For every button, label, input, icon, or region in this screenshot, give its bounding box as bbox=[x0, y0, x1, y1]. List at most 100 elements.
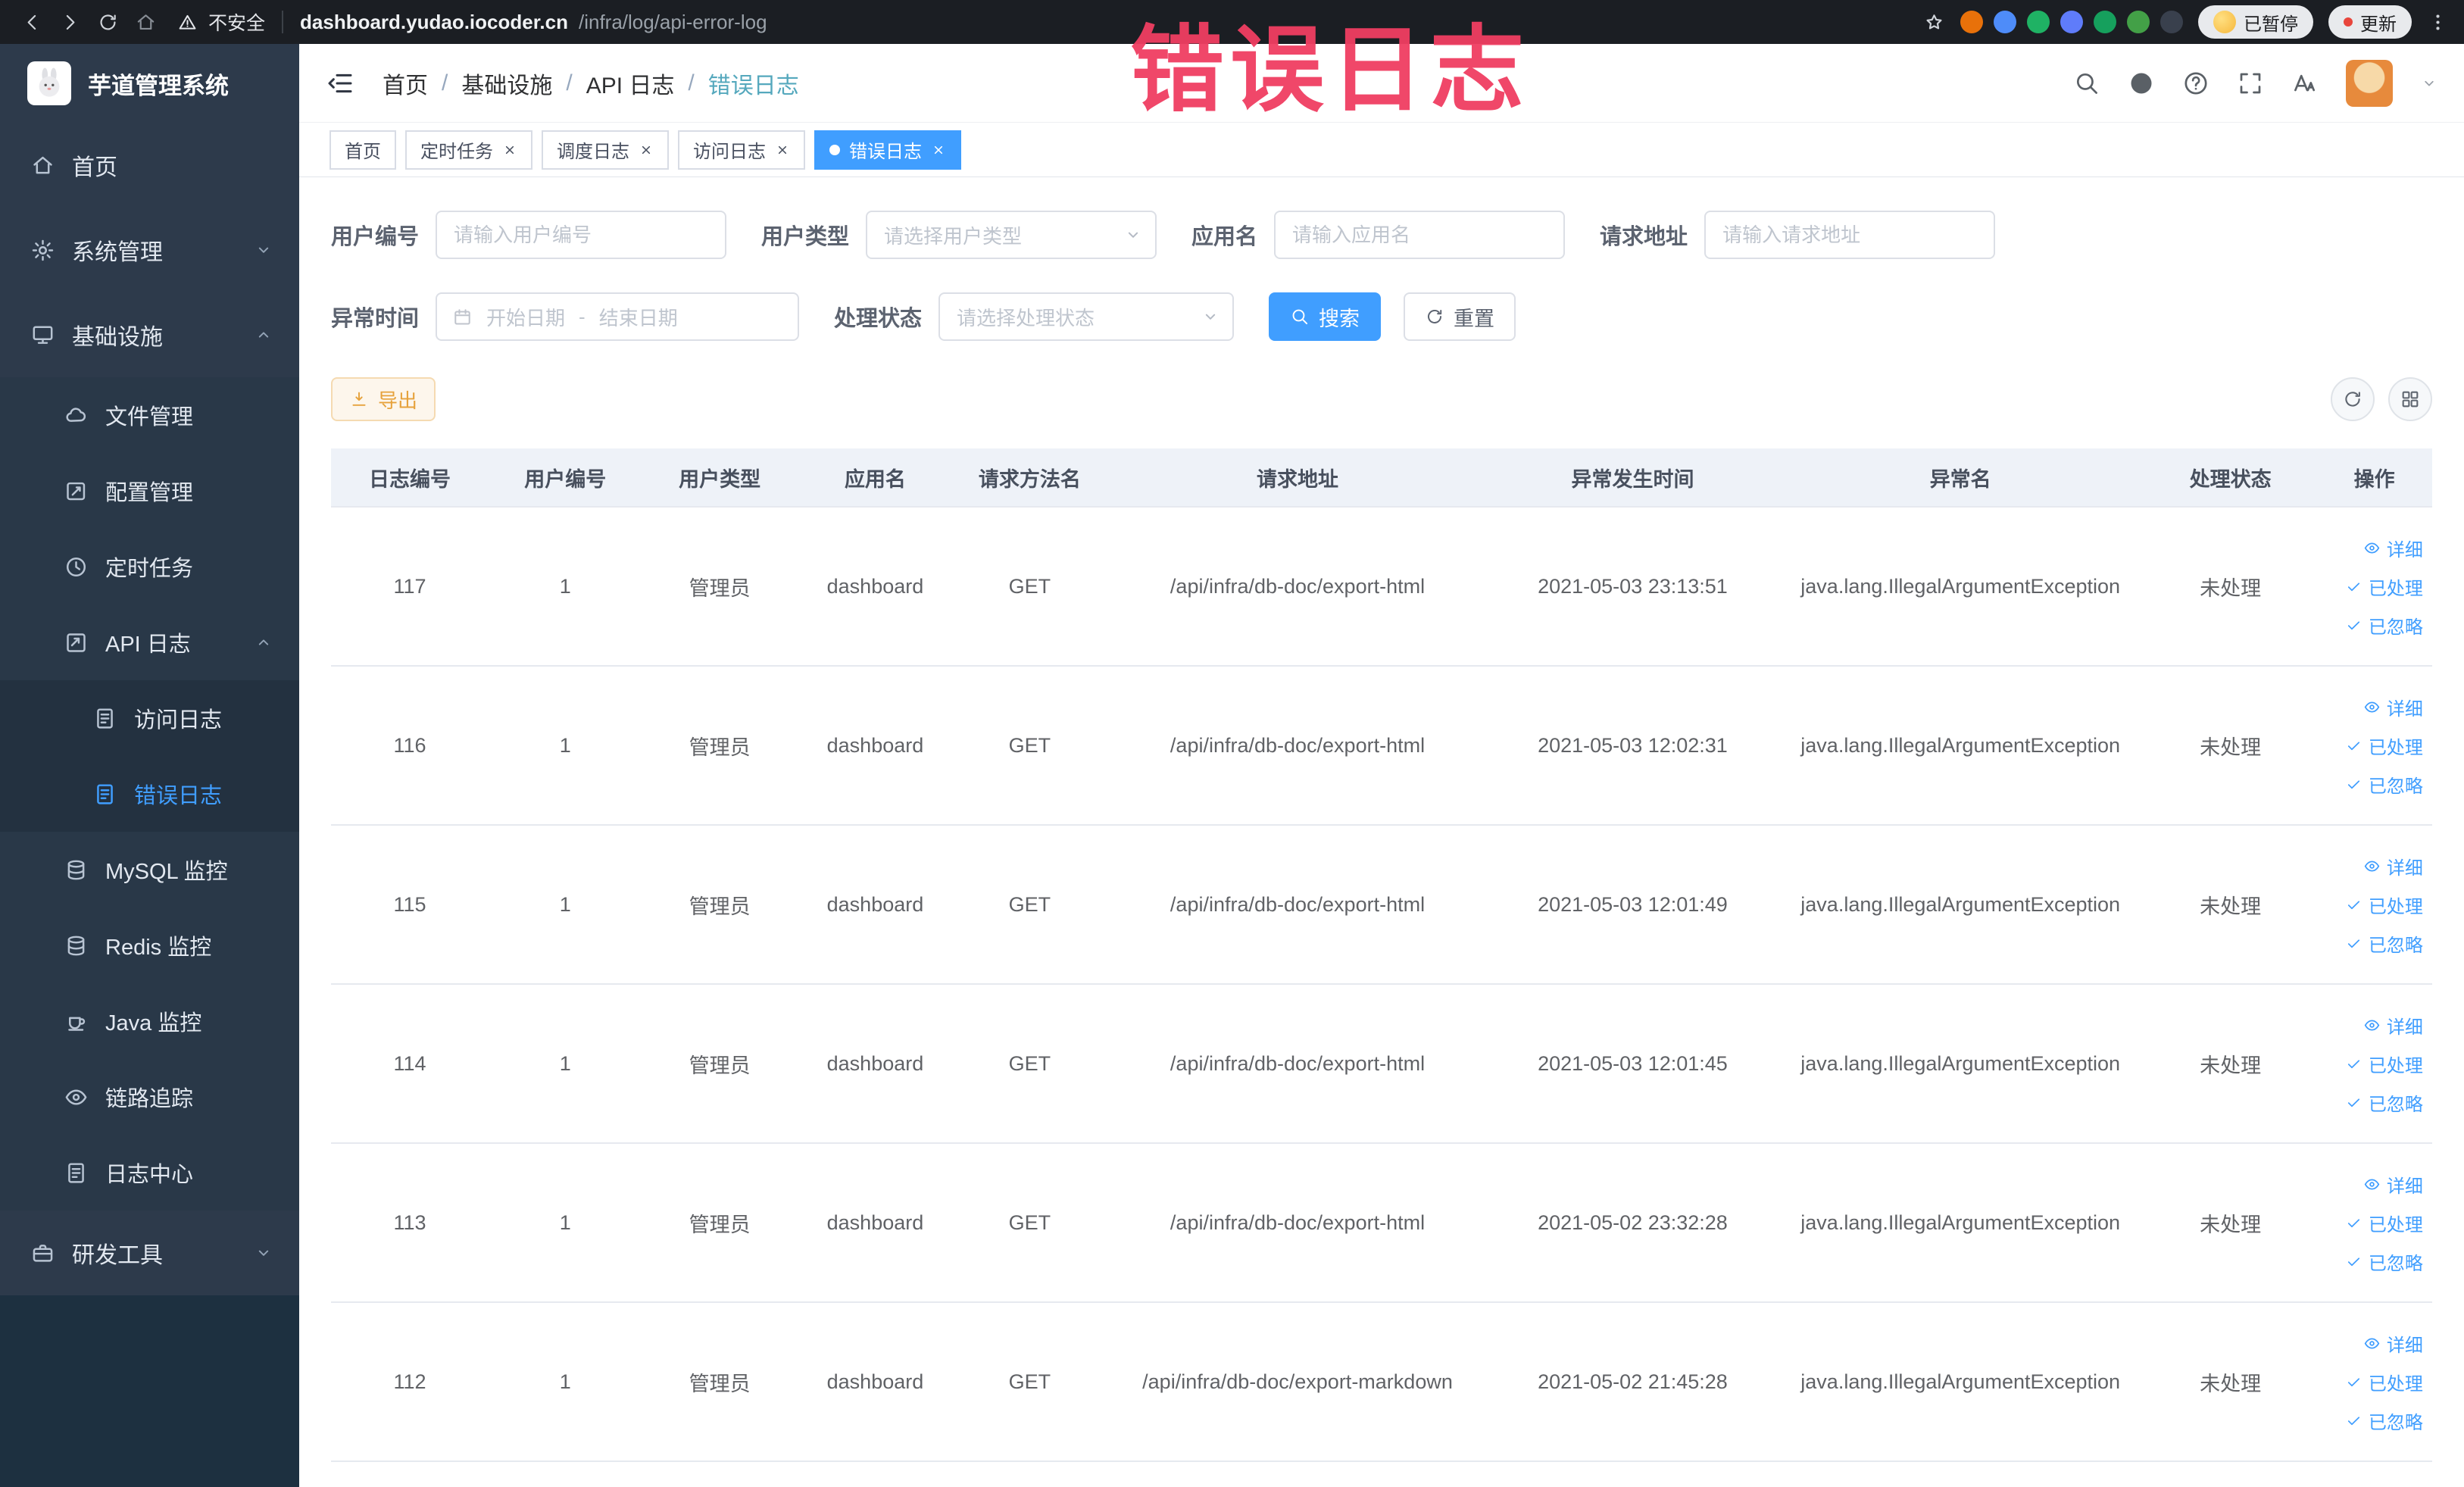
sidebar-item-api-log[interactable]: API 日志 bbox=[0, 604, 299, 680]
table-row: 115 1 管理员 dashboard GET/api/infra/db-doc/exp… bbox=[331, 826, 2432, 985]
update-button[interactable]: 更新 bbox=[2328, 5, 2412, 39]
browser-menu-icon[interactable] bbox=[2427, 11, 2449, 33]
action-detail-link[interactable]: 详细 bbox=[2363, 535, 2423, 561]
action-detail-link[interactable]: 详细 bbox=[2363, 1012, 2423, 1039]
chevron-down-icon[interactable] bbox=[2420, 74, 2438, 92]
tab-调度日志[interactable]: 调度日志 bbox=[542, 130, 669, 170]
action-ignored-link[interactable]: 已忽略 bbox=[2345, 1248, 2423, 1275]
update-label: 更新 bbox=[2360, 14, 2397, 35]
fullscreen-icon[interactable] bbox=[2237, 70, 2264, 97]
tab-首页[interactable]: 首页 bbox=[329, 130, 396, 170]
close-tab-icon[interactable] bbox=[639, 142, 654, 158]
sidebar-item-system[interactable]: 系统管理 bbox=[0, 208, 299, 292]
sidebar-item-redis[interactable]: Redis 监控 bbox=[0, 908, 299, 983]
action-detail-link[interactable]: 详细 bbox=[2363, 1171, 2423, 1198]
sidebar-item-job[interactable]: 定时任务 bbox=[0, 529, 299, 604]
cell-actions: 详细已处理已忽略 bbox=[2316, 826, 2432, 983]
user-type-select[interactable]: 请选择用户类型 bbox=[866, 211, 1157, 259]
app-name-input[interactable] bbox=[1274, 211, 1566, 259]
cell-app_name: dashboard bbox=[826, 1370, 924, 1393]
address-bar[interactable]: 不安全 dashboard.yudao.iocoder.cn/infra/log… bbox=[177, 8, 1919, 36]
help-icon[interactable] bbox=[2182, 70, 2209, 97]
action-ignored-link[interactable]: 已忽略 bbox=[2345, 1407, 2423, 1434]
browser-reload-icon[interactable] bbox=[91, 5, 124, 39]
cell-status: 未处理 bbox=[2200, 1213, 2262, 1236]
cell-app_name: dashboard bbox=[826, 574, 924, 598]
chevron-up-icon bbox=[254, 325, 273, 345]
action-label: 已忽略 bbox=[2368, 776, 2423, 797]
sidebar-item-error-log[interactable]: 错误日志 bbox=[0, 756, 299, 832]
action-processed-link[interactable]: 已处理 bbox=[2345, 1051, 2423, 1077]
action-processed-link[interactable]: 已处理 bbox=[2345, 1210, 2423, 1236]
paused-badge[interactable]: 已暂停 bbox=[2198, 5, 2313, 39]
search-icon[interactable] bbox=[2073, 70, 2100, 97]
date-range-picker[interactable]: 开始日期 - 结束日期 bbox=[436, 292, 800, 341]
sidebar-item-home[interactable]: 首页 bbox=[0, 123, 299, 208]
extension-on-badge-icon[interactable] bbox=[2094, 11, 2116, 33]
extension-orange-icon[interactable] bbox=[1960, 11, 1983, 33]
cell-exception: java.lang.IllegalArgumentException bbox=[1800, 1370, 2121, 1393]
bookmark-icon[interactable] bbox=[1923, 11, 1945, 33]
reset-button[interactable]: 重置 bbox=[1404, 292, 1516, 341]
action-processed-link[interactable]: 已处理 bbox=[2345, 573, 2423, 600]
action-processed-link[interactable]: 已处理 bbox=[2345, 892, 2423, 918]
sidebar-item-infra[interactable]: 基础设施 bbox=[0, 292, 299, 377]
search-button[interactable]: 搜索 bbox=[1269, 292, 1382, 341]
extension-grid-icon[interactable] bbox=[2060, 11, 2083, 33]
action-processed-link[interactable]: 已处理 bbox=[2345, 733, 2423, 759]
browser-home-icon[interactable] bbox=[129, 5, 162, 39]
close-tab-icon[interactable] bbox=[775, 142, 790, 158]
close-tab-icon[interactable] bbox=[502, 142, 517, 158]
sidebar-item-java[interactable]: Java 监控 bbox=[0, 983, 299, 1059]
action-detail-link[interactable]: 详细 bbox=[2363, 853, 2423, 879]
select-placeholder: 请选择处理状态 bbox=[957, 306, 1095, 330]
close-tab-icon[interactable] bbox=[931, 142, 946, 158]
sidebar-item-dev-tools[interactable]: 研发工具 bbox=[0, 1211, 299, 1295]
browser-forward-icon[interactable] bbox=[53, 5, 86, 39]
breadcrumb-item[interactable]: API 日志 bbox=[586, 67, 675, 100]
action-ignored-link[interactable]: 已忽略 bbox=[2345, 1089, 2423, 1116]
breadcrumb-item[interactable]: 基础设施 bbox=[461, 67, 552, 100]
tab-定时任务[interactable]: 定时任务 bbox=[405, 130, 532, 170]
process-status-select[interactable]: 请选择处理状态 bbox=[938, 292, 1235, 341]
sidebar-item-file[interactable]: 文件管理 bbox=[0, 377, 299, 453]
breadcrumb-item[interactable]: 首页 bbox=[383, 67, 428, 100]
tab-错误日志[interactable]: 错误日志 bbox=[814, 130, 961, 170]
tab-访问日志[interactable]: 访问日志 bbox=[678, 130, 805, 170]
filter-label: 用户类型 bbox=[761, 225, 850, 249]
sidebar-item-mysql[interactable]: MySQL 监控 bbox=[0, 832, 299, 908]
sidebar-item-access-log[interactable]: 访问日志 bbox=[0, 680, 299, 756]
action-ignored-link[interactable]: 已忽略 bbox=[2345, 771, 2423, 798]
action-detail-link[interactable]: 详细 bbox=[2363, 1330, 2423, 1357]
avatar[interactable] bbox=[2346, 59, 2393, 107]
filter-label: 异常时间 bbox=[331, 307, 420, 331]
github-icon[interactable] bbox=[2128, 70, 2155, 97]
cell-method: GET bbox=[1008, 1370, 1051, 1393]
sidebar-item-config[interactable]: 配置管理 bbox=[0, 453, 299, 529]
font-size-icon[interactable] bbox=[2291, 70, 2319, 97]
action-detail-link[interactable]: 详细 bbox=[2363, 694, 2423, 720]
cell-actions: 详细已处理已忽略 bbox=[2316, 667, 2432, 824]
sidebar-item-trace[interactable]: 链路追踪 bbox=[0, 1059, 299, 1135]
action-ignored-link[interactable]: 已忽略 bbox=[2345, 612, 2423, 639]
sidebar-item-label: Java 监控 bbox=[105, 1011, 202, 1036]
action-processed-link[interactable]: 已处理 bbox=[2345, 1369, 2423, 1395]
extension-blue-drop-icon[interactable] bbox=[1994, 11, 2016, 33]
security-warning-icon[interactable] bbox=[177, 12, 198, 33]
sidebar-item-label: Redis 监控 bbox=[105, 936, 212, 960]
browser-back-icon[interactable] bbox=[15, 5, 48, 39]
extension-paw-icon[interactable] bbox=[2160, 11, 2183, 33]
refresh-table-button[interactable] bbox=[2331, 377, 2375, 421]
extension-green-icon[interactable] bbox=[2027, 11, 2050, 33]
user-id-input[interactable] bbox=[436, 211, 727, 259]
extension-leaf-icon[interactable] bbox=[2127, 11, 2150, 33]
action-label: 详细 bbox=[2386, 1017, 2423, 1038]
app-logo[interactable]: 芋道管理系统 bbox=[0, 44, 299, 123]
column-settings-button[interactable] bbox=[2388, 377, 2432, 421]
sidebar-toggle-icon[interactable] bbox=[325, 68, 355, 98]
sidebar-item-log-center[interactable]: 日志中心 bbox=[0, 1135, 299, 1211]
action-ignored-link[interactable]: 已忽略 bbox=[2345, 930, 2423, 957]
download-icon bbox=[349, 389, 369, 409]
export-button[interactable]: 导出 bbox=[331, 377, 436, 421]
request-url-input[interactable] bbox=[1704, 211, 1996, 259]
